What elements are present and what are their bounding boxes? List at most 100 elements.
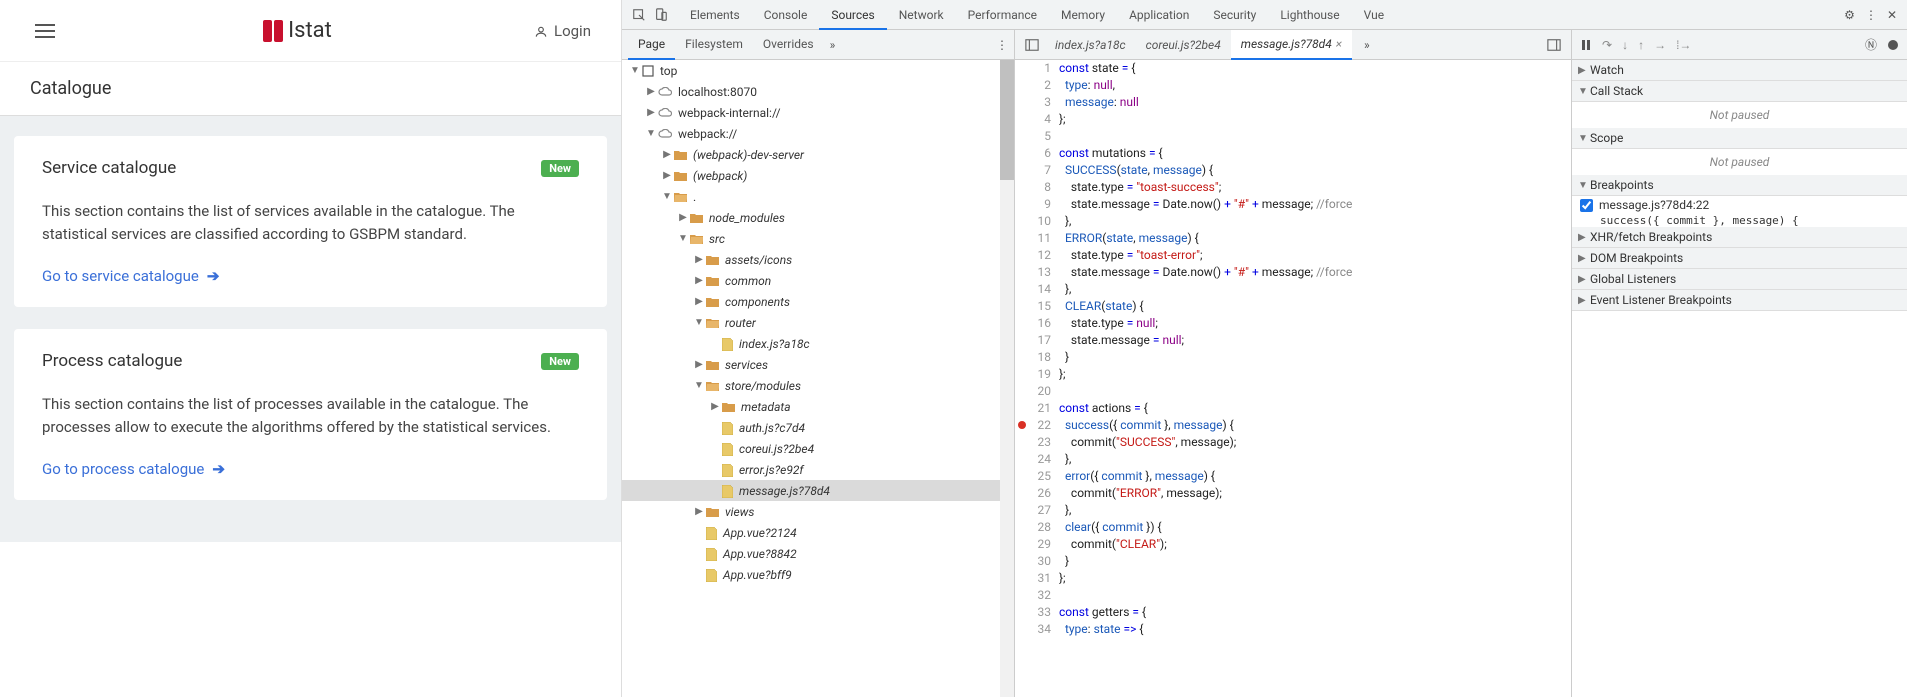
breakpoint-gutter[interactable]: [1015, 383, 1029, 400]
chevron-down-icon[interactable]: ▼: [694, 380, 704, 391]
code-line[interactable]: 23 commit("SUCCESS", message);: [1015, 434, 1571, 451]
settings-icon[interactable]: ⚙: [1844, 8, 1855, 22]
breakpoint-gutter[interactable]: [1015, 417, 1029, 434]
code-line[interactable]: 14 },: [1015, 281, 1571, 298]
breakpoint-gutter[interactable]: [1015, 60, 1029, 77]
breakpoint-item[interactable]: message.js?78d4:22: [1572, 196, 1907, 214]
tree-item[interactable]: coreui.js?2be4: [622, 438, 1014, 459]
tree-item[interactable]: ▼router: [622, 312, 1014, 333]
section-scope[interactable]: ▼Scope: [1572, 128, 1907, 149]
chevron-down-icon[interactable]: ▼: [694, 317, 704, 328]
section-dom[interactable]: ▶DOM Breakpoints: [1572, 248, 1907, 269]
tree-item[interactable]: auth.js?c7d4: [622, 417, 1014, 438]
chevron-right-icon[interactable]: ▶: [694, 506, 704, 517]
code-line[interactable]: 4};: [1015, 111, 1571, 128]
editor-tab[interactable]: message.js?78d4×: [1231, 30, 1352, 60]
breakpoint-gutter[interactable]: [1015, 536, 1029, 553]
code-line[interactable]: 3 message: null: [1015, 94, 1571, 111]
deactivate-bp-icon[interactable]: ⁞→: [1676, 38, 1691, 52]
tree-item[interactable]: error.js?e92f: [622, 459, 1014, 480]
breakpoint-gutter[interactable]: [1015, 196, 1029, 213]
tree-item[interactable]: ▼top: [622, 60, 1014, 81]
breakpoint-gutter[interactable]: [1015, 128, 1029, 145]
code-line[interactable]: 34 type: state => {: [1015, 621, 1571, 638]
breakpoint-gutter[interactable]: [1015, 213, 1029, 230]
tree-item[interactable]: ▶node_modules: [622, 207, 1014, 228]
breakpoint-gutter[interactable]: [1015, 366, 1029, 383]
tab-sources[interactable]: Sources: [819, 0, 886, 30]
chevron-right-icon[interactable]: ▶: [646, 107, 656, 118]
breakpoint-gutter[interactable]: [1015, 400, 1029, 417]
code-line[interactable]: 24 },: [1015, 451, 1571, 468]
breakpoint-gutter[interactable]: [1015, 434, 1029, 451]
tree-item[interactable]: ▼src: [622, 228, 1014, 249]
tab-application[interactable]: Application: [1117, 0, 1201, 30]
tree-item[interactable]: ▼store/modules: [622, 375, 1014, 396]
tab-console[interactable]: Console: [752, 0, 820, 30]
code-line[interactable]: 33const getters = {: [1015, 604, 1571, 621]
nav-toggle-icon[interactable]: [1019, 37, 1045, 52]
tree-item[interactable]: ▼.: [622, 186, 1014, 207]
editor-tab[interactable]: index.js?a18c: [1045, 30, 1136, 60]
breakpoint-gutter[interactable]: [1015, 502, 1029, 519]
code-line[interactable]: 21const actions = {: [1015, 400, 1571, 417]
tree-item[interactable]: ▶localhost:8070: [622, 81, 1014, 102]
tree-item[interactable]: ▶services: [622, 354, 1014, 375]
tree-item[interactable]: index.js?a18c: [622, 333, 1014, 354]
tree-item[interactable]: ▶(webpack): [622, 165, 1014, 186]
breakpoint-gutter[interactable]: [1015, 451, 1029, 468]
scrollbar[interactable]: [1000, 60, 1014, 697]
file-tree[interactable]: ▼top▶localhost:8070▶webpack-internal://▼…: [622, 60, 1014, 697]
chevron-right-icon[interactable]: »: [1358, 38, 1376, 52]
code-line[interactable]: 26 commit("ERROR", message);: [1015, 485, 1571, 502]
code-line[interactable]: 29 commit("CLEAR");: [1015, 536, 1571, 553]
tab-lighthouse[interactable]: Lighthouse: [1268, 0, 1351, 30]
section-xhr[interactable]: ▶XHR/fetch Breakpoints: [1572, 227, 1907, 248]
breakpoint-gutter[interactable]: [1015, 77, 1029, 94]
sub-tab-overrides[interactable]: Overrides: [753, 30, 824, 60]
breakpoint-gutter[interactable]: [1015, 570, 1029, 587]
code-line[interactable]: 18 }: [1015, 349, 1571, 366]
code-line[interactable]: 16 state.type = null;: [1015, 315, 1571, 332]
sub-tab-filesystem[interactable]: Filesystem: [675, 30, 753, 60]
tree-item[interactable]: ▶common: [622, 270, 1014, 291]
pause-icon[interactable]: [1580, 38, 1592, 52]
tree-item[interactable]: ▶assets/icons: [622, 249, 1014, 270]
tree-item[interactable]: ▶metadata: [622, 396, 1014, 417]
debugger-toggle-icon[interactable]: [1541, 37, 1567, 52]
card-link-service[interactable]: Go to service catalogue ➔: [42, 267, 579, 285]
chevron-right-icon[interactable]: ▶: [662, 149, 672, 160]
close-icon[interactable]: ×: [1336, 30, 1342, 59]
login-link[interactable]: Login: [534, 22, 591, 40]
breakpoint-gutter[interactable]: [1015, 264, 1029, 281]
code-line[interactable]: 32: [1015, 587, 1571, 604]
tree-item[interactable]: ▶views: [622, 501, 1014, 522]
chevron-right-icon[interactable]: ▶: [694, 359, 704, 370]
tab-memory[interactable]: Memory: [1049, 0, 1117, 30]
code-line[interactable]: 9 state.message = Date.now() + "#" + mes…: [1015, 196, 1571, 213]
inspect-icon[interactable]: [632, 7, 646, 22]
chevron-right-icon[interactable]: ▶: [694, 254, 704, 265]
breakpoint-gutter[interactable]: [1015, 162, 1029, 179]
breakpoint-gutter[interactable]: [1015, 519, 1029, 536]
tree-item[interactable]: ▶components: [622, 291, 1014, 312]
breakpoint-gutter[interactable]: [1015, 298, 1029, 315]
step-out-icon[interactable]: ↑: [1638, 38, 1644, 52]
breakpoint-gutter[interactable]: [1015, 315, 1029, 332]
code-line[interactable]: 10 },: [1015, 213, 1571, 230]
code-line[interactable]: 31};: [1015, 570, 1571, 587]
breakpoint-gutter[interactable]: [1015, 230, 1029, 247]
code-line[interactable]: 15 CLEAR(state) {: [1015, 298, 1571, 315]
chevron-right-icon[interactable]: »: [830, 38, 836, 52]
code-line[interactable]: 22 success({ commit }, message) {: [1015, 417, 1571, 434]
code-line[interactable]: 30 }: [1015, 553, 1571, 570]
tree-item[interactable]: App.vue?8842: [622, 543, 1014, 564]
code-line[interactable]: 27 },: [1015, 502, 1571, 519]
code-line[interactable]: 17 state.message = null;: [1015, 332, 1571, 349]
device-icon[interactable]: [654, 7, 668, 22]
breakpoint-gutter[interactable]: [1015, 247, 1029, 264]
section-event[interactable]: ▶Event Listener Breakpoints: [1572, 290, 1907, 311]
code-line[interactable]: 7 SUCCESS(state, message) {: [1015, 162, 1571, 179]
tree-item[interactable]: ▼webpack://: [622, 123, 1014, 144]
breakpoint-gutter[interactable]: [1015, 94, 1029, 111]
